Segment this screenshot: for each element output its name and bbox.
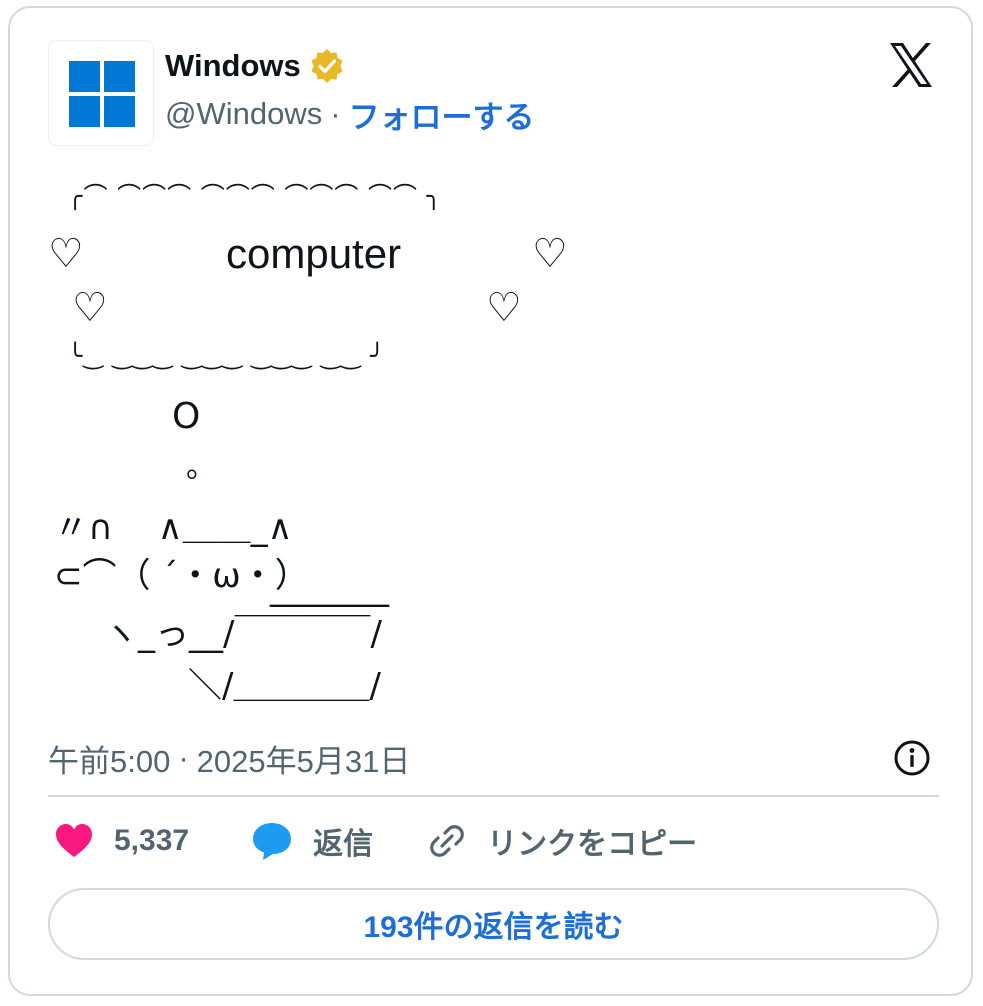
likes-count: 5,337 <box>114 824 190 857</box>
tweet-actions: 5,337 返信 リンクをコピー <box>54 816 697 866</box>
cloud-bottom-line: ╰‿ ‿‿‿ ‿‿‿ ‿‿‿ ‿‿ ╯ <box>68 342 386 370</box>
like-button[interactable]: 5,337 <box>54 822 189 860</box>
cat-art-line-1: 〃∩ ∧＿＿_∧ <box>54 508 293 548</box>
thought-bubble-large: O <box>172 396 201 437</box>
link-icon <box>430 825 464 857</box>
read-replies-label: 193件の返信を読む <box>363 911 624 944</box>
info-icon[interactable] <box>892 738 932 778</box>
author-name[interactable]: Windows <box>165 48 301 84</box>
read-replies-button[interactable]: 193件の返信を読む <box>48 888 939 960</box>
handle-separator: · <box>330 96 341 131</box>
meta-separator: · <box>178 740 189 775</box>
verified-badge-icon <box>309 48 345 84</box>
author-handle-row: @Windows · フォローする <box>165 92 535 136</box>
x-logo-icon[interactable] <box>886 40 936 90</box>
thought-bubble-small: 。 <box>186 450 216 485</box>
tweet-ascii-art: ╭⌒ ⌒⌒⌒ ⌒⌒⌒ ⌒⌒⌒ ⌒⌒ ╮ ♡ computer ♡ ♡ ♡ ╰‿ … <box>48 176 648 736</box>
heart-outline-icon: ♡ <box>486 285 522 331</box>
cat-art-line-4: ＼/＿＿＿＿/ <box>188 666 381 706</box>
tweet-time: 午前5:00 <box>48 743 171 779</box>
reply-label: 返信 <box>313 828 374 861</box>
heart-outline-icon: ♡ <box>48 231 84 277</box>
copy-link-button[interactable]: リンクをコピー <box>427 819 697 863</box>
reply-button[interactable]: 返信 <box>251 819 373 863</box>
cloud-top-line: ╭⌒ ⌒⌒⌒ ⌒⌒⌒ ⌒⌒⌒ ⌒⌒ ╮ <box>68 182 443 210</box>
speech-bubble-icon <box>253 823 292 860</box>
cat-art-line-3: ヽ_っ__/￣￣￣￣/ <box>104 614 382 654</box>
tweet-card: Windows @Windows · フォローする ╭⌒ ⌒⌒⌒ ⌒⌒⌒ ⌒⌒⌒… <box>8 6 973 996</box>
cloud-word: computer <box>226 230 402 277</box>
tweet-timestamp[interactable]: 午前5:00 · 2025年5月31日 <box>48 730 410 786</box>
author-name-row: Windows <box>165 44 345 88</box>
author-handle[interactable]: @Windows <box>165 96 322 132</box>
divider <box>48 795 939 797</box>
copy-link-label: リンクをコピー <box>487 828 698 861</box>
heart-outline-icon: ♡ <box>72 285 108 331</box>
tweet-date: 2025年5月31日 <box>196 743 411 779</box>
laptop-lid-line: _______ <box>270 568 389 608</box>
avatar[interactable] <box>48 40 154 146</box>
heart-outline-icon: ♡ <box>532 231 568 277</box>
windows-logo-icon <box>69 61 135 127</box>
follow-button[interactable]: フォローする <box>349 92 535 137</box>
heart-filled-icon <box>56 824 92 857</box>
